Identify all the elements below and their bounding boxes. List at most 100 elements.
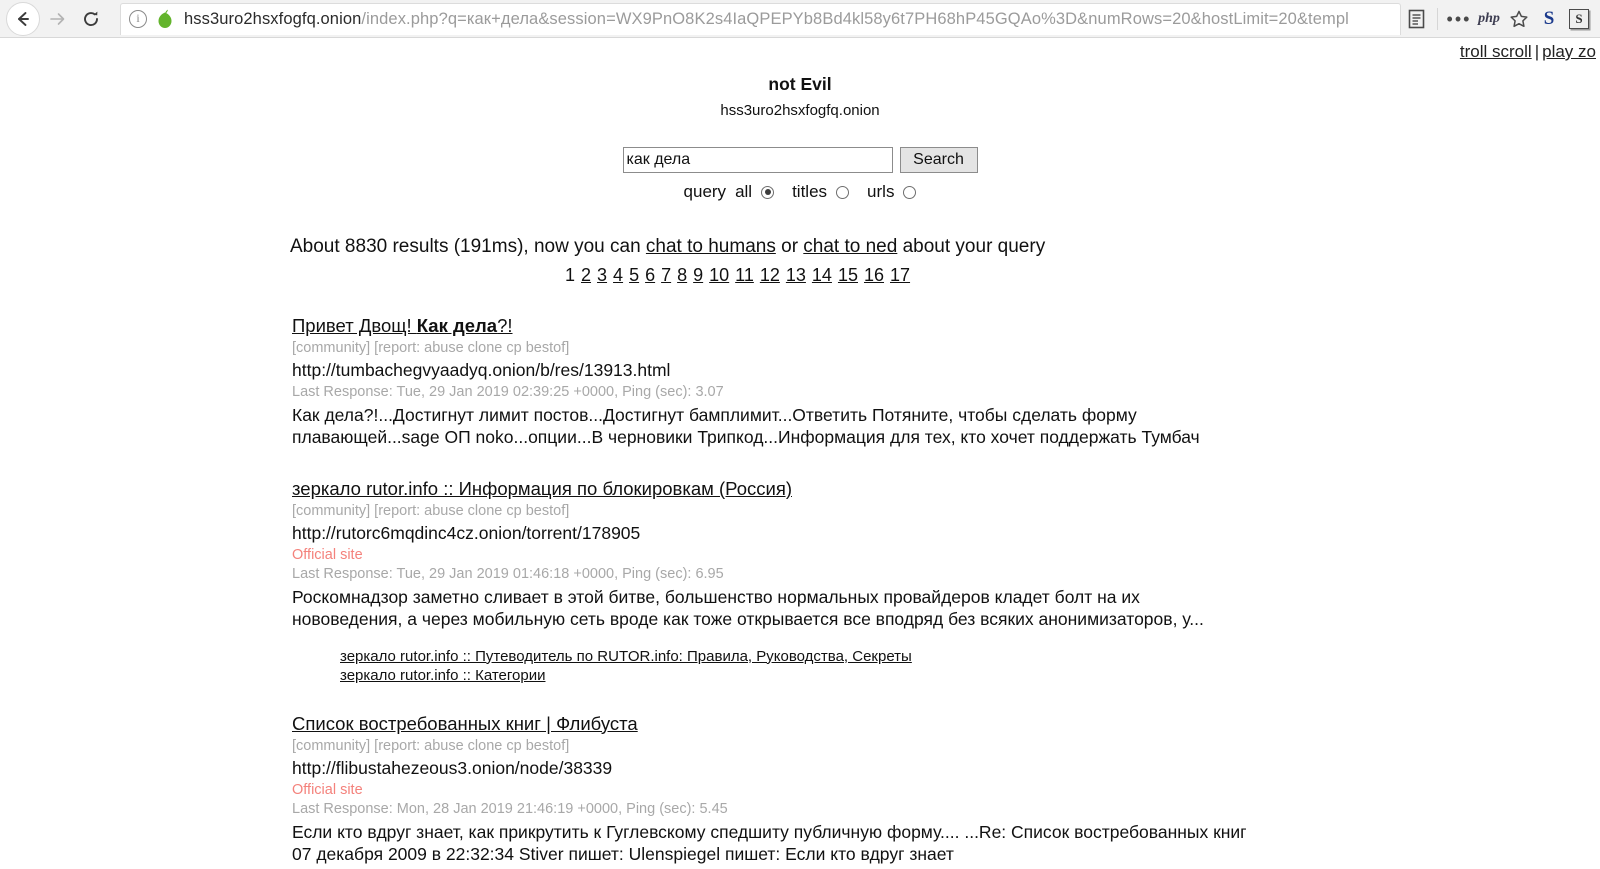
- result-tags[interactable]: [community] [report: abuse clone cp best…: [292, 738, 1600, 754]
- troll-scroll-link[interactable]: troll scroll: [1460, 42, 1532, 61]
- result-title-plain: зеркало rutor.info :: Информация по блок…: [292, 477, 792, 499]
- result-title-link[interactable]: Список востребованных книг | Флибуста: [292, 713, 638, 735]
- php-extension-button[interactable]: php: [1474, 4, 1504, 34]
- search-result-item: Привет Двощ! Как дела?! [community] [rep…: [292, 315, 1600, 449]
- reader-view-icon: [1408, 9, 1424, 28]
- pagination-page-4[interactable]: 4: [613, 265, 623, 285]
- browser-chrome: i hss3uro2hsxfogfq.onion/index.php?q=как…: [0, 0, 1600, 38]
- result-snippet: Если кто вдруг знает, как прикрутить к Г…: [292, 821, 1247, 864]
- radio-titles[interactable]: [836, 185, 850, 199]
- result-url[interactable]: http://rutorc6mqdinc4cz.onion/torrent/17…: [292, 523, 1600, 544]
- forward-arrow-icon: [50, 12, 65, 25]
- result-snippet: Роскомнадзор заметно сливает в этой битв…: [292, 586, 1204, 630]
- page-actions-dots: •••: [1446, 8, 1472, 29]
- extension-s-box-button[interactable]: S: [1564, 4, 1594, 34]
- results-summary-prefix: About 8830 results (191ms), now you can: [290, 236, 646, 257]
- url-bar[interactable]: i hss3uro2hsxfogfq.onion/index.php?q=как…: [120, 2, 1401, 35]
- pagination-page-9[interactable]: 9: [693, 265, 703, 285]
- pagination-page-2[interactable]: 2: [581, 265, 591, 285]
- s-extension-icon: S: [1543, 7, 1555, 29]
- scope-option-urls[interactable]: urls: [867, 182, 917, 202]
- pagination-page-12[interactable]: 12: [760, 265, 780, 285]
- results-summary: About 8830 results (191ms), now you can …: [290, 236, 1600, 258]
- official-site-badge: Official site: [292, 546, 363, 563]
- result-snippet: Как дела?!...Достигнут лимит постов...До…: [292, 405, 1200, 448]
- reader-view-button[interactable]: [1401, 4, 1431, 34]
- reload-button[interactable]: [74, 2, 108, 36]
- top-corner-links: troll scroll | play zo: [1460, 42, 1596, 62]
- search-area: Search query all titles urls: [0, 147, 1600, 202]
- search-row: Search: [622, 147, 978, 173]
- pagination-page-17[interactable]: 17: [890, 265, 910, 285]
- extension-s-button[interactable]: S: [1534, 4, 1564, 34]
- result-tags[interactable]: [community] [report: abuse clone cp best…: [292, 503, 1600, 519]
- scope-label-all: all: [735, 182, 753, 201]
- pagination-page-16[interactable]: 16: [864, 265, 884, 285]
- search-result-item: зеркало rutor.info :: Информация по блок…: [292, 478, 1600, 684]
- link-separator: |: [1534, 42, 1540, 61]
- results-summary-suffix: about your query: [897, 236, 1046, 257]
- play-zo-link[interactable]: play zo: [1542, 42, 1596, 61]
- back-button[interactable]: [6, 1, 40, 36]
- result-last-response: Last Response: Tue, 29 Jan 2019 02:39:25…: [292, 384, 724, 400]
- site-header: not Evil hss3uro2hsxfogfq.onion: [0, 38, 1600, 119]
- search-result-item: Список востребованных книг | Флибуста [c…: [292, 713, 1600, 866]
- pagination-page-13[interactable]: 13: [786, 265, 806, 285]
- result-title-plain: Список востребованных книг | Флибуста: [292, 712, 638, 734]
- result-sublink[interactable]: зеркало rutor.info :: Категории: [340, 667, 1600, 684]
- pagination-current-page: 1: [565, 265, 576, 285]
- pagination-page-14[interactable]: 14: [812, 265, 832, 285]
- pagination-page-11[interactable]: 11: [735, 265, 754, 285]
- url-host: hss3uro2hsxfogfq.onion: [184, 9, 362, 28]
- scope-option-all[interactable]: all: [735, 182, 775, 202]
- s-box-extension-icon: S: [1569, 8, 1589, 29]
- official-site-badge: Official site: [292, 781, 363, 798]
- pagination-page-5[interactable]: 5: [629, 265, 639, 285]
- search-button[interactable]: Search: [899, 147, 978, 173]
- result-title-link[interactable]: Привет Двощ! Как дела?!: [292, 315, 513, 337]
- scope-label-urls: urls: [867, 182, 895, 201]
- pagination-page-3[interactable]: 3: [597, 265, 607, 285]
- radio-urls[interactable]: [903, 185, 917, 199]
- page-actions-menu-button[interactable]: •••: [1444, 4, 1474, 34]
- bookmark-star-icon: [1510, 10, 1528, 27]
- result-sublinks: зеркало rutor.info :: Путеводитель по RU…: [292, 648, 1600, 684]
- site-domain: hss3uro2hsxfogfq.onion: [720, 102, 880, 119]
- scope-label-titles: titles: [792, 182, 828, 201]
- reload-icon: [84, 11, 98, 26]
- results-summary-middle: or: [775, 236, 804, 257]
- result-tags[interactable]: [community] [report: abuse clone cp best…: [292, 340, 1600, 356]
- result-last-response: Last Response: Mon, 28 Jan 2019 21:46:19…: [292, 800, 728, 817]
- page-content: troll scroll | play zo not Evil hss3uro2hs…: [0, 38, 1600, 869]
- result-title-link[interactable]: зеркало rutor.info :: Информация по блок…: [292, 478, 792, 500]
- url-path: /index.php?q=как+дела&session=WX9PnO8K2s…: [361, 9, 1349, 28]
- chat-to-humans-link[interactable]: chat to humans: [646, 236, 776, 257]
- results-container: About 8830 results (191ms), now you can …: [0, 236, 1600, 865]
- pagination-page-7[interactable]: 7: [661, 265, 671, 285]
- pagination-page-8[interactable]: 8: [677, 265, 687, 285]
- result-last-response: Last Response: Tue, 29 Jan 2019 01:46:18…: [292, 565, 724, 582]
- scope-option-titles[interactable]: titles: [792, 182, 850, 202]
- page-title: not Evil: [768, 74, 832, 94]
- php-icon: php: [1478, 10, 1500, 26]
- chat-to-ned-link[interactable]: chat to ned: [803, 236, 897, 257]
- back-arrow-icon: [18, 11, 29, 26]
- result-url[interactable]: http://tumbachegvyaadyq.onion/b/res/1391…: [292, 360, 1600, 381]
- query-label: query: [683, 182, 727, 201]
- pagination-page-10[interactable]: 10: [709, 265, 729, 285]
- chrome-toolbar-right: ••• php S S: [1401, 0, 1600, 38]
- bookmark-button[interactable]: [1504, 4, 1534, 34]
- pagination-page-15[interactable]: 15: [838, 265, 858, 285]
- result-title-plain: Привет Двощ!: [292, 315, 417, 336]
- result-url[interactable]: http://flibustahezeous3.onion/node/38339: [292, 758, 1600, 779]
- pagination: 1 2 3 4 5 6 7 8 9 10 11 12 13 14 15 16 17: [292, 265, 1600, 286]
- search-input[interactable]: [622, 147, 893, 173]
- search-scope-options: query all titles urls: [0, 182, 1600, 202]
- radio-all[interactable]: [761, 185, 775, 199]
- result-title-tail: ?!: [497, 315, 513, 336]
- info-icon[interactable]: i: [129, 10, 147, 28]
- forward-button[interactable]: [40, 2, 74, 36]
- pagination-page-6[interactable]: 6: [645, 265, 655, 285]
- toolbar-divider: [1437, 7, 1438, 30]
- result-sublink[interactable]: зеркало rutor.info :: Путеводитель по RU…: [340, 648, 1600, 665]
